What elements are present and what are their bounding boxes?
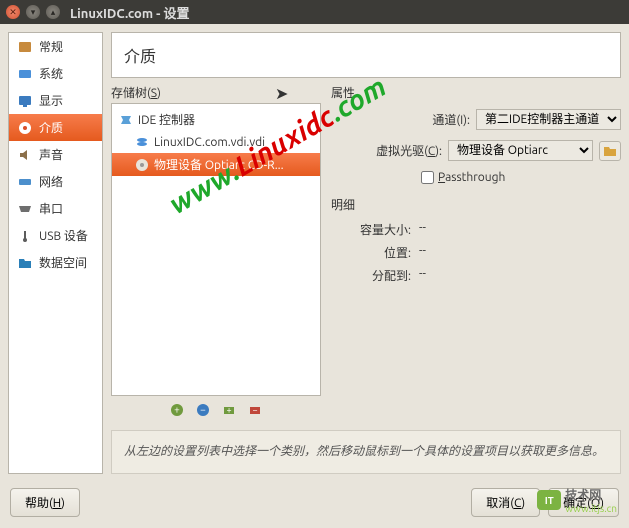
channel-label: 通道(I): [432,111,470,128]
sidebar-item-label: 系统 [39,65,63,82]
svg-text:−: − [252,405,257,415]
drive-label: 虚拟光驱(C): [376,142,442,159]
attached-value: -- [419,267,426,284]
svg-text:−: − [200,404,206,415]
general-icon [17,39,33,55]
svg-text:+: + [226,405,231,415]
drive-select[interactable]: 物理设备 Optiarc [448,140,593,161]
storage-tree[interactable]: IDE 控制器 LinuxIDC.com.vdi.vdi 物理设备 Optiar… [111,103,321,396]
page-title: 介质 [111,32,621,78]
cancel-button[interactable]: 取消(C) [471,488,540,517]
channel-select[interactable]: 第二IDE控制器主通道 [476,109,621,130]
sidebar-item-label: 声音 [39,146,63,163]
size-label: 容量大小: [331,221,411,238]
sidebar-item-network[interactable]: 网络 [9,168,102,195]
sidebar-item-label: 网络 [39,173,63,190]
details-heading: 明细 [331,196,621,213]
network-icon [17,174,33,190]
sidebar-item-label: 显示 [39,92,63,109]
system-icon [17,66,33,82]
sidebar-item-label: 串口 [39,200,63,217]
serial-icon [17,201,33,217]
usb-icon [17,228,33,244]
settings-sidebar: 常规 系统 显示 介质 声音 网络 串口 USB 设备 [8,32,103,474]
controller-icon [118,112,134,128]
sidebar-item-storage[interactable]: 介质 [9,114,102,141]
add-controller-button[interactable]: + [167,400,187,420]
browse-button[interactable] [599,141,621,161]
window-title: LinuxIDC.com - 设置 [70,3,189,22]
tree-item-label: IDE 控制器 [138,111,195,128]
ok-button[interactable]: 确定(O) [548,488,619,517]
tree-item-label: 物理设备 Optiarc CD-R... [154,156,284,173]
storage-toolbar: + − + − [111,396,321,424]
sidebar-item-label: USB 设备 [39,227,88,244]
help-button[interactable]: 帮助(H) [10,488,80,517]
passthrough-checkbox[interactable] [421,171,434,184]
sidebar-item-system[interactable]: 系统 [9,60,102,87]
close-icon[interactable]: ✕ [6,5,20,19]
cd-icon [134,157,150,173]
minimize-icon[interactable]: ▾ [26,5,40,19]
tree-optical[interactable]: 物理设备 Optiarc CD-R... [112,153,320,176]
sidebar-item-label: 常规 [39,38,63,55]
window-titlebar: ✕ ▾ ▴ LinuxIDC.com - 设置 [0,0,629,24]
hint-text: 从左边的设置列表中选择一个类别，然后移动鼠标到一个具体的设置项目以获取更多信息。 [111,430,621,474]
sidebar-item-shared[interactable]: 数据空间 [9,249,102,276]
storage-tree-label: 存储树(S) [111,84,321,101]
sidebar-item-audio[interactable]: 声音 [9,141,102,168]
sidebar-item-label: 介质 [39,119,63,136]
remove-controller-button[interactable]: − [193,400,213,420]
harddisk-icon [134,134,150,150]
passthrough-label[interactable]: Passthrough [438,171,505,184]
audio-icon [17,147,33,163]
sidebar-item-serial[interactable]: 串口 [9,195,102,222]
maximize-icon[interactable]: ▴ [46,5,60,19]
sidebar-item-usb[interactable]: USB 设备 [9,222,102,249]
display-icon [17,93,33,109]
svg-text:+: + [174,404,180,415]
sidebar-item-general[interactable]: 常规 [9,33,102,60]
location-value: -- [419,244,426,261]
add-attachment-button[interactable]: + [219,400,239,420]
attached-label: 分配到: [331,267,411,284]
storage-icon [17,120,33,136]
remove-attachment-button[interactable]: − [245,400,265,420]
size-value: -- [419,221,426,238]
sidebar-item-label: 数据空间 [39,254,87,271]
folder-icon [17,255,33,271]
sidebar-item-display[interactable]: 显示 [9,87,102,114]
tree-item-label: LinuxIDC.com.vdi.vdi [154,136,265,149]
tree-controller[interactable]: IDE 控制器 [112,108,320,131]
properties-heading: 属性 [331,84,621,101]
location-label: 位置: [331,244,411,261]
tree-disk[interactable]: LinuxIDC.com.vdi.vdi [112,131,320,153]
